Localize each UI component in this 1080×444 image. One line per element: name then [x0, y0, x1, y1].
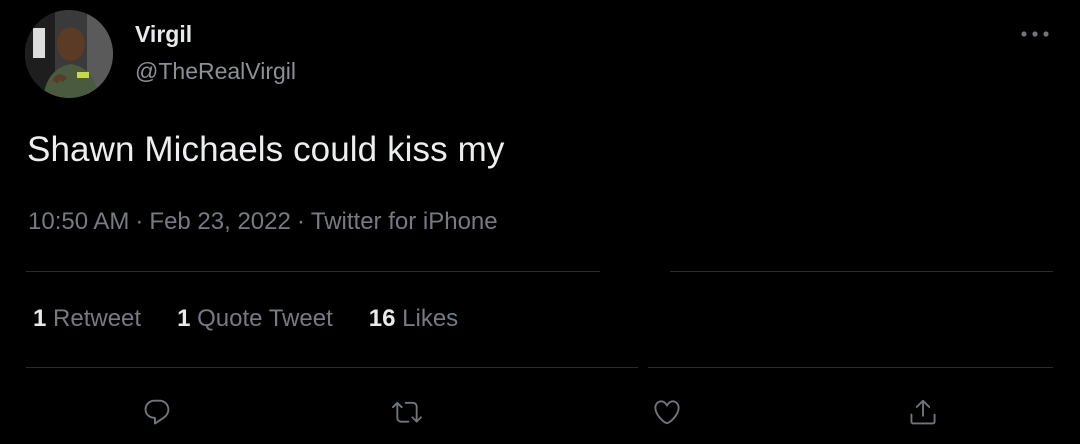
likes-count: 16 — [368, 305, 396, 332]
divider — [26, 271, 600, 272]
quote-tweets-label: Quote Tweet — [197, 305, 333, 332]
quote-tweets-count: 1 — [177, 305, 191, 332]
avatar[interactable] — [25, 10, 113, 98]
likes-stat[interactable]: 16 Likes — [369, 305, 458, 333]
tweet-date[interactable]: Feb 23, 2022 — [149, 208, 290, 235]
tweet-source-link[interactable]: Twitter for iPhone — [311, 208, 498, 235]
retweets-label: Retweet — [53, 305, 142, 332]
heart-icon — [654, 400, 680, 425]
likes-label: Likes — [402, 305, 459, 332]
meta-separator: · — [296, 208, 305, 235]
divider — [670, 271, 1053, 272]
retweets-count: 1 — [33, 305, 47, 332]
share-icon — [910, 399, 936, 425]
divider — [648, 367, 1053, 368]
reply-button[interactable] — [137, 392, 177, 432]
retweet-icon — [392, 401, 422, 423]
retweets-stat[interactable]: 1 Retweet — [33, 305, 141, 333]
user-avatar-icon — [25, 10, 113, 98]
retweet-button[interactable] — [387, 392, 427, 432]
more-icon — [1021, 31, 1049, 37]
more-button[interactable] — [1018, 22, 1052, 46]
author-handle[interactable]: @TheRealVirgil — [135, 58, 296, 85]
like-button[interactable] — [647, 392, 687, 432]
tweet-stats: 1 Retweet 1 Quote Tweet 16 Likes — [33, 305, 458, 333]
divider — [26, 367, 638, 368]
share-button[interactable] — [903, 392, 943, 432]
reply-icon — [144, 399, 170, 425]
tweet-time[interactable]: 10:50 AM — [28, 208, 129, 235]
tweet-text: Shawn Michaels could kiss my — [27, 130, 505, 169]
tweet-meta: 10:50 AM · Feb 23, 2022 · Twitter for iPhone — [28, 208, 498, 236]
author-display-name[interactable]: Virgil — [135, 21, 192, 48]
quote-tweets-stat[interactable]: 1 Quote Tweet — [177, 305, 333, 333]
meta-separator: · — [135, 208, 144, 235]
